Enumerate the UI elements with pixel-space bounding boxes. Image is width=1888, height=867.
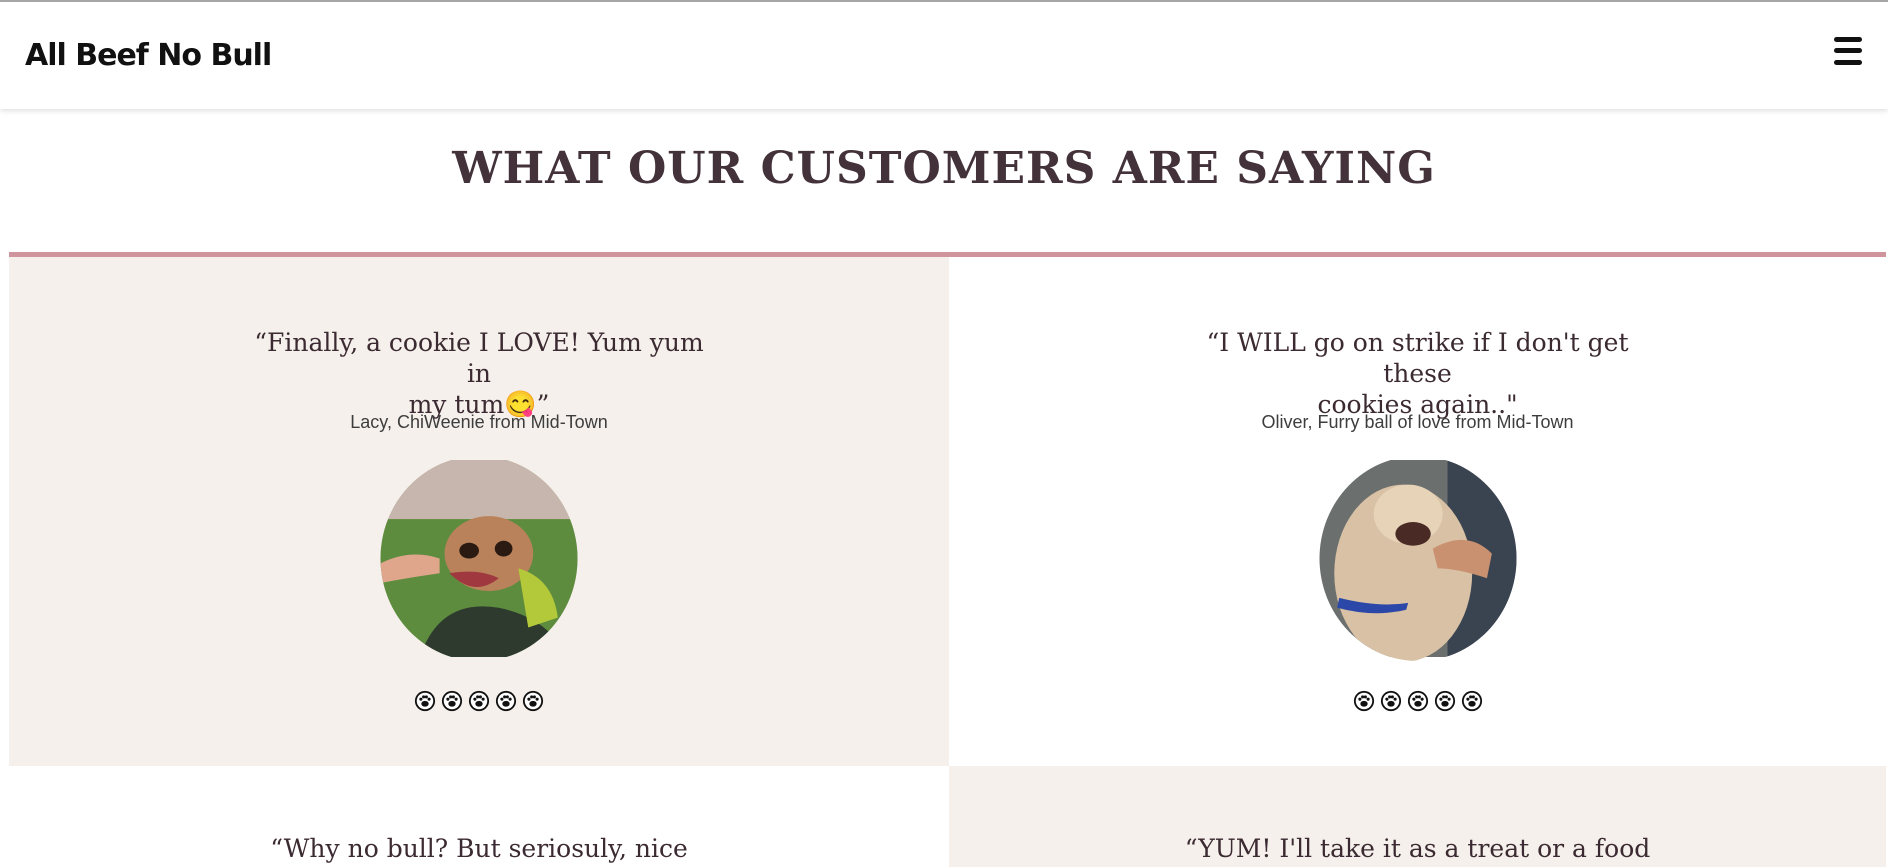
- brand-logo[interactable]: All Beef No Bull: [25, 38, 272, 73]
- testimonial-card: “I WILL go on strike if I don't get thes…: [949, 257, 1886, 766]
- rating-paws: [414, 690, 544, 712]
- paw-print-icon: [468, 690, 490, 712]
- testimonial-quote: “YUM! I'll take it as a treat or a food: [1184, 834, 1651, 863]
- paw-print-icon: [1461, 690, 1483, 712]
- paw-print-icon: [1434, 690, 1456, 712]
- testimonial-quote: “Why no bull? But seriosuly, nice and: [270, 834, 688, 867]
- paw-print-icon: [414, 690, 436, 712]
- paw-print-icon: [1353, 690, 1375, 712]
- navbar: All Beef No Bull: [0, 2, 1888, 109]
- paw-print-icon: [522, 690, 544, 712]
- testimonial-author: Oliver, Furry ball of love from Mid-Town: [1261, 412, 1574, 432]
- paw-print-icon: [441, 690, 463, 712]
- testimonial-quote: “Finally, a cookie I LOVE! Yum yum in my…: [254, 328, 704, 420]
- paw-print-icon: [1407, 690, 1429, 712]
- testimonial-quote: “I WILL go on strike if I don't get thes…: [1206, 328, 1629, 419]
- hamburger-menu-icon[interactable]: [1834, 36, 1862, 65]
- testimonial-card: “YUM! I'll take it as a treat or a food: [949, 766, 1886, 867]
- testimonial-photo: [1319, 456, 1516, 661]
- testimonial-author: Lacy, ChiWeenie from Mid-Town: [350, 412, 608, 432]
- testimonial-card: “Finally, a cookie I LOVE! Yum yum in my…: [9, 257, 949, 766]
- paw-print-icon: [495, 690, 517, 712]
- testimonial-card: “Why no bull? But seriosuly, nice and: [9, 766, 949, 867]
- section-title: WHAT OUR CUSTOMERS ARE SAYING: [452, 143, 1436, 194]
- paw-print-icon: [1380, 690, 1402, 712]
- testimonial-photo: [380, 456, 578, 661]
- rating-paws: [1353, 690, 1483, 712]
